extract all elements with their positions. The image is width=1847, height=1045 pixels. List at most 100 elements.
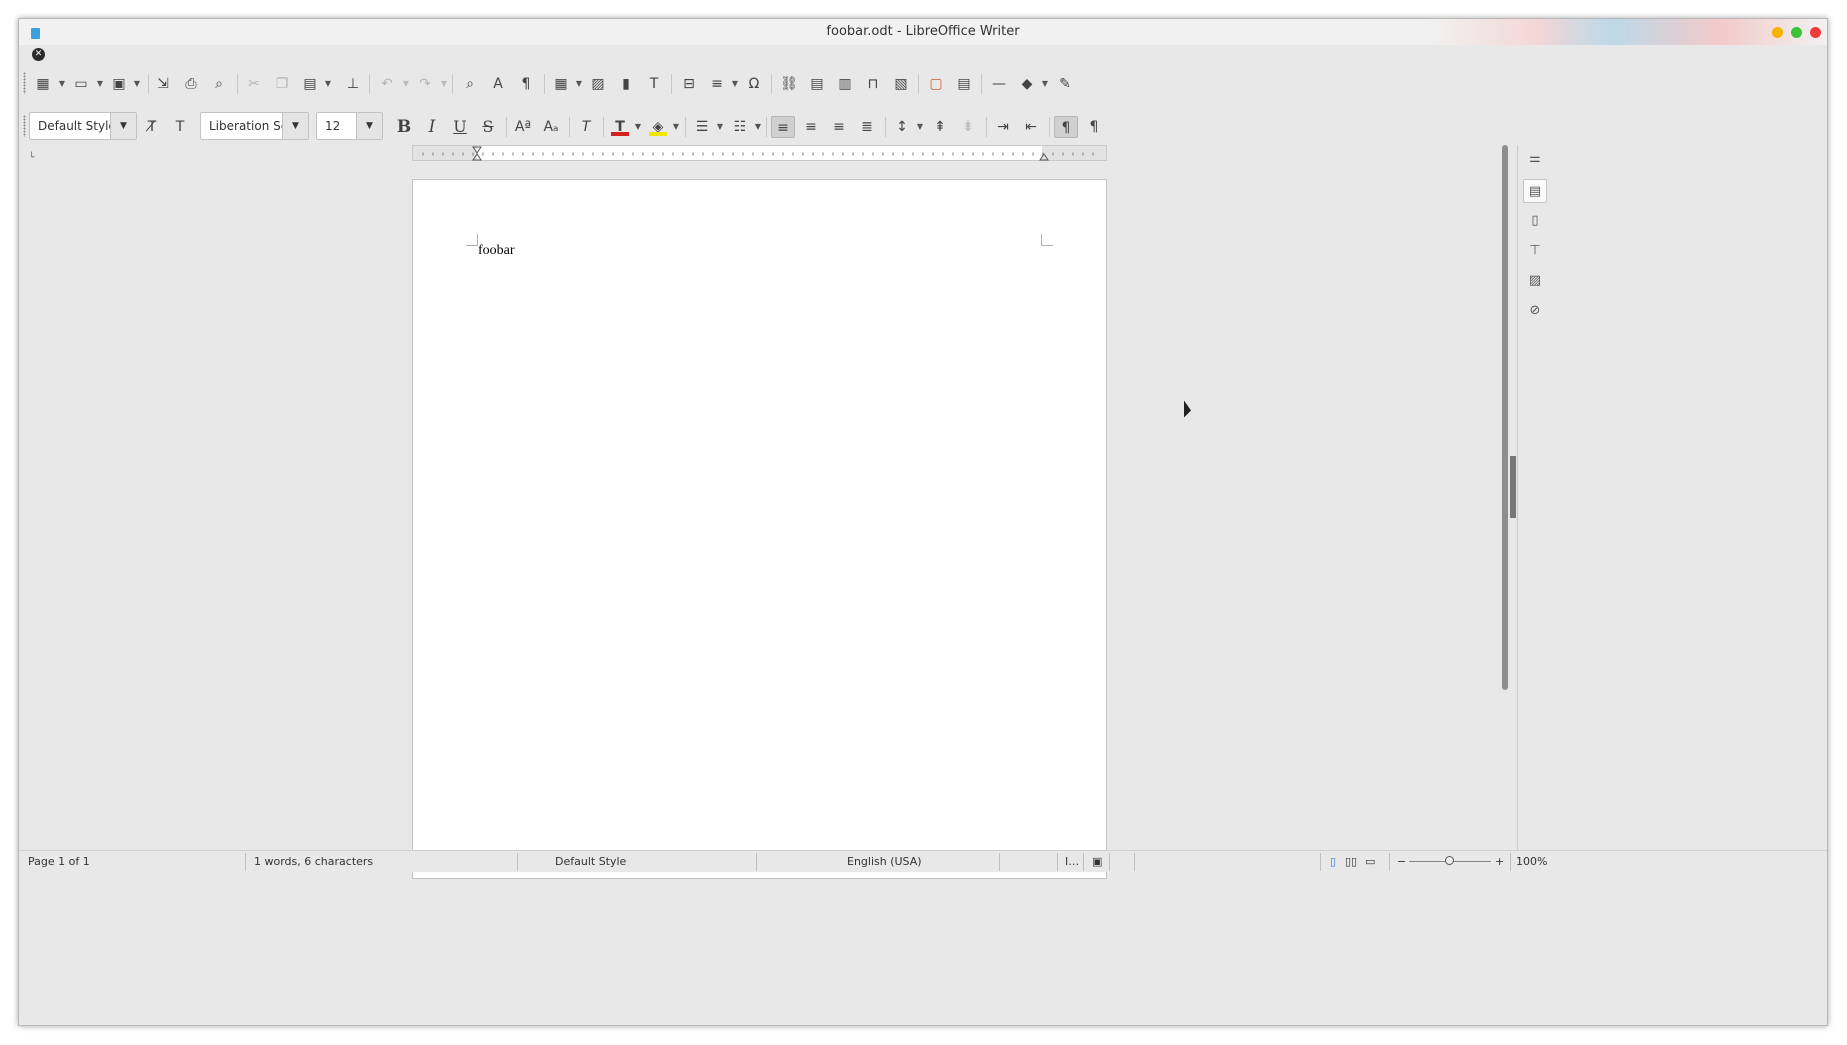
spelling-icon[interactable]: A bbox=[486, 73, 510, 95]
save-icon[interactable]: ▣ bbox=[107, 73, 131, 95]
insert-image-icon[interactable]: ▨ bbox=[586, 73, 610, 95]
chevron-down-icon[interactable]: ▼ bbox=[110, 113, 136, 139]
page-style[interactable]: Default Style bbox=[555, 855, 626, 868]
single-page-view-icon[interactable]: ▯ bbox=[1330, 855, 1336, 868]
navigator-icon[interactable]: ⊘ bbox=[1523, 299, 1547, 323]
font-color-icon[interactable]: T bbox=[608, 116, 632, 138]
insert-field-dropdown[interactable]: ▼ bbox=[730, 73, 740, 95]
insert-line-icon[interactable]: — bbox=[987, 73, 1011, 95]
superscript-icon[interactable]: Aª bbox=[511, 116, 535, 138]
cross-reference-icon[interactable]: ▧ bbox=[889, 73, 913, 95]
paste-dropdown[interactable]: ▼ bbox=[323, 73, 333, 95]
line-spacing-dropdown[interactable]: ▼ bbox=[915, 116, 925, 138]
horizontal-ruler[interactable] bbox=[412, 145, 1107, 161]
zoom-slider-handle[interactable] bbox=[1445, 856, 1454, 865]
print-icon[interactable]: ⎙ bbox=[179, 73, 203, 95]
language[interactable]: English (USA) bbox=[847, 855, 922, 868]
bookmark-icon[interactable]: ⊓ bbox=[861, 73, 885, 95]
print-preview-icon[interactable]: ⌕ bbox=[207, 73, 231, 95]
page-icon[interactable]: ▯ bbox=[1523, 209, 1547, 233]
subscript-icon[interactable]: Aₐ bbox=[539, 116, 563, 138]
underline-icon[interactable]: U bbox=[448, 116, 472, 138]
right-to-left-icon[interactable]: ¶ bbox=[1082, 116, 1106, 138]
undo-dropdown[interactable]: ▼ bbox=[401, 73, 411, 95]
special-character-icon[interactable]: Ω bbox=[742, 73, 766, 95]
paragraph-style-combo[interactable]: Default Style ▼ bbox=[29, 112, 137, 140]
left-indent-marker[interactable] bbox=[472, 153, 482, 161]
clone-formatting-icon[interactable]: ⊥ bbox=[341, 73, 365, 95]
ordered-list-icon[interactable]: ☷ bbox=[728, 116, 752, 138]
zoom-in-button[interactable]: + bbox=[1495, 855, 1504, 868]
new-document-icon[interactable]: ▦ bbox=[31, 73, 55, 95]
footnote-icon[interactable]: ▤ bbox=[805, 73, 829, 95]
draw-functions-icon[interactable]: ✎ bbox=[1053, 73, 1077, 95]
multi-page-view-icon[interactable]: ▯▯ bbox=[1345, 855, 1357, 868]
insert-text-box-icon[interactable]: T bbox=[642, 73, 666, 95]
track-changes-icon[interactable]: ▤ bbox=[952, 73, 976, 95]
update-style-icon[interactable]: T̸ bbox=[140, 116, 164, 138]
document-text[interactable]: foobar bbox=[478, 243, 515, 259]
left-to-right-icon[interactable]: ¶ bbox=[1054, 116, 1078, 138]
justify-icon[interactable]: ≣ bbox=[855, 116, 879, 138]
toolbar-grip[interactable] bbox=[23, 115, 26, 137]
decrease-indent-icon[interactable]: ⇤ bbox=[1019, 116, 1043, 138]
minimize-button[interactable] bbox=[1772, 27, 1783, 38]
scrollbar-thumb[interactable] bbox=[1502, 145, 1508, 690]
styles-icon[interactable]: ⊤ bbox=[1523, 239, 1547, 263]
increase-indent-icon[interactable]: ⇥ bbox=[991, 116, 1015, 138]
toolbar-grip[interactable] bbox=[23, 72, 26, 94]
redo-dropdown[interactable]: ▼ bbox=[439, 73, 449, 95]
strikethrough-icon[interactable]: S bbox=[476, 116, 500, 138]
first-line-indent-marker[interactable] bbox=[472, 146, 482, 154]
properties-icon[interactable]: ▤ bbox=[1523, 179, 1547, 203]
align-right-icon[interactable]: ≡ bbox=[827, 116, 851, 138]
page-count[interactable]: Page 1 of 1 bbox=[28, 855, 90, 868]
insert-page-break-icon[interactable]: ⊟ bbox=[677, 73, 701, 95]
insert-mode-icon[interactable]: I… bbox=[1065, 855, 1079, 868]
right-indent-marker[interactable] bbox=[1039, 153, 1049, 161]
redo-icon[interactable]: ↷ bbox=[413, 73, 437, 95]
gallery-icon[interactable]: ▨ bbox=[1523, 269, 1547, 293]
close-document-icon[interactable]: ✕ bbox=[32, 48, 45, 61]
paste-icon[interactable]: ▤ bbox=[298, 73, 322, 95]
comment-icon[interactable]: ▢ bbox=[924, 73, 948, 95]
document-modified-icon[interactable]: ▣ bbox=[1092, 855, 1102, 868]
export-pdf-icon[interactable]: ⇲ bbox=[151, 73, 175, 95]
insert-table-icon[interactable]: ▦ bbox=[549, 73, 573, 95]
highlight-color-dropdown[interactable]: ▼ bbox=[671, 116, 681, 138]
find-replace-icon[interactable]: ⌕ bbox=[458, 73, 482, 95]
unordered-list-icon[interactable]: ☰ bbox=[690, 116, 714, 138]
increase-paragraph-spacing-icon[interactable]: ⇞ bbox=[928, 116, 952, 138]
align-center-icon[interactable]: ≡ bbox=[799, 116, 823, 138]
copy-icon[interactable]: ❐ bbox=[270, 73, 294, 95]
insert-field-icon[interactable]: ≡ bbox=[705, 73, 729, 95]
bold-icon[interactable]: B bbox=[392, 116, 416, 138]
undo-icon[interactable]: ↶ bbox=[375, 73, 399, 95]
sidebar-deck-toggle[interactable] bbox=[1510, 456, 1516, 518]
save-dropdown[interactable]: ▼ bbox=[132, 73, 142, 95]
chevron-down-icon[interactable]: ▼ bbox=[282, 113, 308, 139]
formatting-marks-icon[interactable]: ¶ bbox=[514, 73, 538, 95]
vertical-scrollbar[interactable] bbox=[1501, 145, 1509, 869]
font-size-combo[interactable]: 12 ▼ bbox=[316, 112, 383, 140]
open-dropdown[interactable]: ▼ bbox=[95, 73, 105, 95]
title-bar[interactable]: foobar.odt - LibreOffice Writer bbox=[19, 19, 1827, 45]
font-color-dropdown[interactable]: ▼ bbox=[633, 116, 643, 138]
italic-icon[interactable]: I bbox=[420, 116, 444, 138]
close-window-button[interactable] bbox=[1810, 27, 1821, 38]
insert-chart-icon[interactable]: ▮ bbox=[614, 73, 638, 95]
insert-table-dropdown[interactable]: ▼ bbox=[574, 73, 584, 95]
basic-shapes-icon[interactable]: ◆ bbox=[1015, 73, 1039, 95]
maximize-button[interactable] bbox=[1791, 27, 1802, 38]
basic-shapes-dropdown[interactable]: ▼ bbox=[1040, 73, 1050, 95]
highlight-color-icon[interactable]: ◈ bbox=[646, 116, 670, 138]
tab-stop-type-icon[interactable]: └ bbox=[29, 153, 34, 163]
chevron-down-icon[interactable]: ▼ bbox=[356, 113, 382, 139]
open-icon[interactable]: ▭ bbox=[69, 73, 93, 95]
zoom-out-button[interactable]: − bbox=[1397, 855, 1406, 868]
sidebar-settings-icon[interactable]: ⚌ bbox=[1523, 147, 1547, 171]
clear-formatting-icon[interactable]: T bbox=[574, 116, 598, 138]
cut-icon[interactable]: ✂ bbox=[242, 73, 266, 95]
new-document-dropdown[interactable]: ▼ bbox=[57, 73, 67, 95]
ordered-list-dropdown[interactable]: ▼ bbox=[753, 116, 763, 138]
